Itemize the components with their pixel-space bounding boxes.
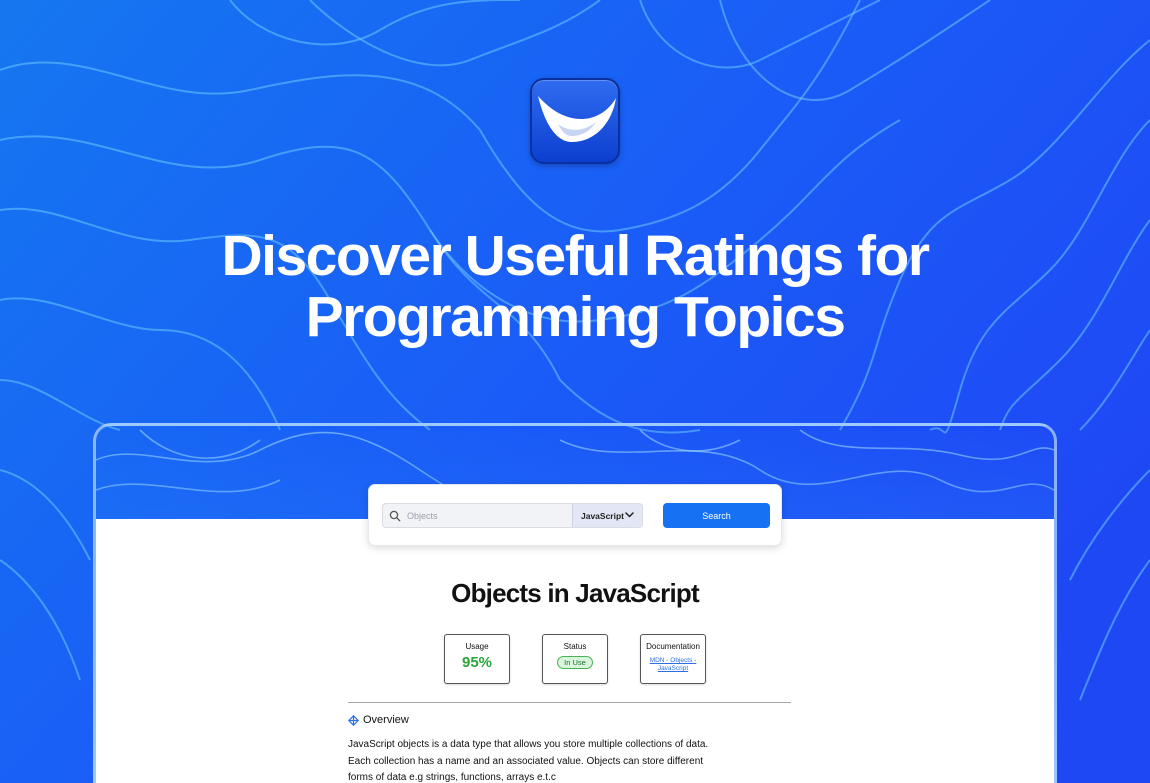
topic-description: JavaScript objects is a data type that a… [348,737,748,783]
app-logo [530,78,620,164]
description-line: Each collection has a name and an associ… [348,755,704,767]
documentation-label: Documentation [646,642,700,651]
headline-line-1: Discover Useful Ratings for [221,224,930,288]
status-badge: In Use [557,656,593,669]
language-select-value: JavaScript [581,510,624,521]
description-line: JavaScript objects is a data type that a… [348,739,709,750]
usage-stat-card: Usage 95% [444,634,510,684]
description-line: forms of data e.g strings, functions, ar… [348,772,556,783]
status-label: Status [563,642,587,651]
topic-title: Objects in JavaScript [451,578,699,608]
chevron-down-icon [625,512,634,518]
usage-label: Usage [465,642,489,651]
search-card: JavaScript Search [368,484,782,546]
diamond-cross-icon [348,714,359,726]
status-stat-card: Status In Use [542,634,608,684]
documentation-stat-card: Documentation MDN - Objects - JavaScript [640,634,706,684]
search-input[interactable] [407,504,567,527]
overview-heading: Overview [348,713,409,727]
headline-line-2: Programming Topics [305,285,846,349]
search-button[interactable]: Search [663,503,770,528]
overview-label: Overview [363,714,409,726]
section-divider [348,702,791,703]
search-box: JavaScript [382,503,643,528]
usage-value: 95% [461,654,493,671]
language-select[interactable]: JavaScript [572,504,642,527]
search-icon [389,510,401,522]
smile-check-logo-icon [538,96,616,142]
documentation-link[interactable]: MDN - Objects - JavaScript [646,657,700,673]
headline: Discover Useful Ratings for Programming … [0,226,1150,348]
